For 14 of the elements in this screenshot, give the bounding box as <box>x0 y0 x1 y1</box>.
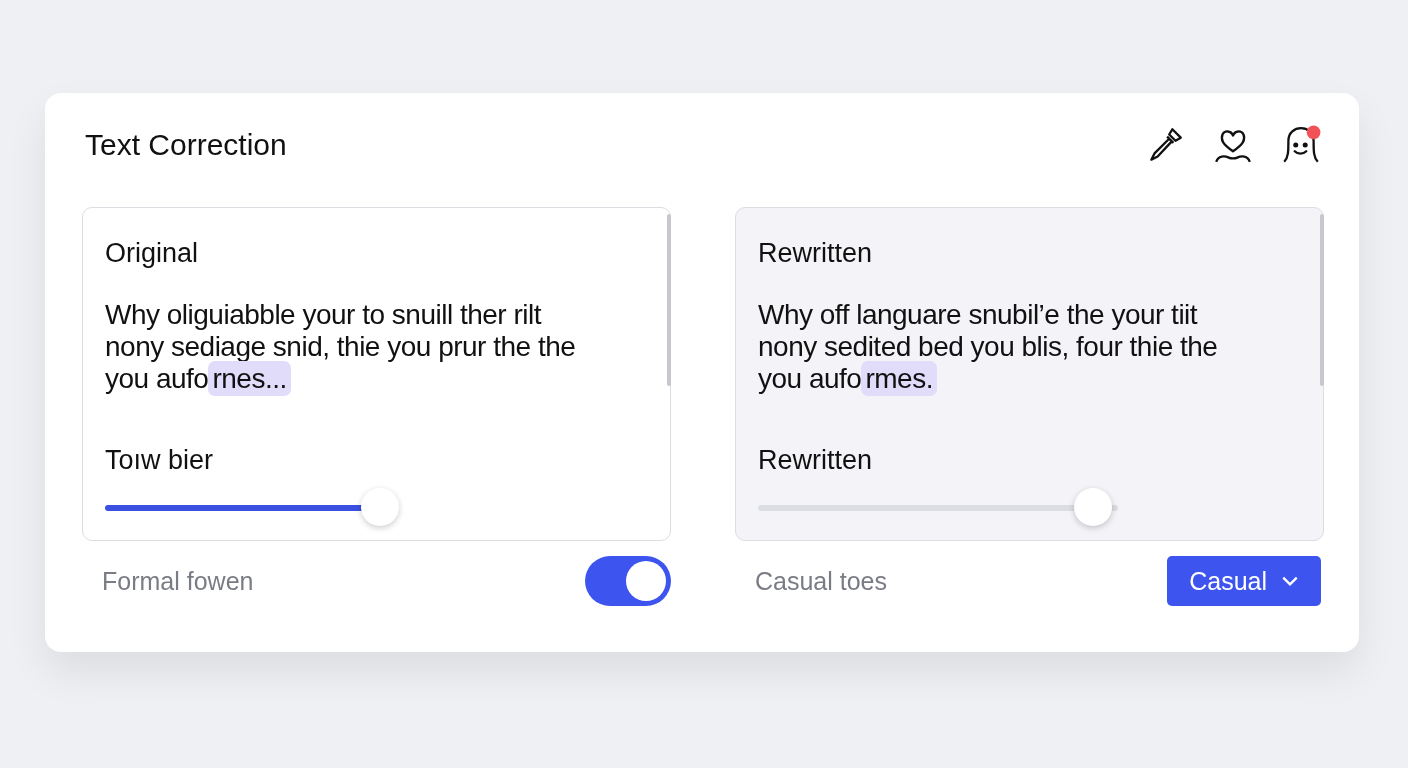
scrollbar[interactable] <box>1320 214 1324 386</box>
scrollbar[interactable] <box>667 214 671 386</box>
panel-heading: Original <box>105 238 200 269</box>
slider-label: Toıw bier <box>105 445 215 476</box>
toggle-switch[interactable] <box>585 556 671 606</box>
panel-text: Why off languare snubil’e the your tiit nony sedited bed you blis, four thie the you aufo rmes. <box>758 299 1219 395</box>
window-title: Text Correction <box>84 128 287 162</box>
slider-label: Rewritten <box>758 445 874 476</box>
chevron-icon <box>1281 575 1299 587</box>
panel-heading: Rewritten <box>758 238 874 269</box>
option-label: Casual toes <box>755 566 888 596</box>
tone-dropdown[interactable]: Casual <box>1167 556 1321 606</box>
panel-text: Why oliguiabble your to snuill ther rilt nony sediage snid, thie you prur the the you aufo rnes... <box>105 299 577 395</box>
option-label: Formal fowen <box>102 566 254 596</box>
